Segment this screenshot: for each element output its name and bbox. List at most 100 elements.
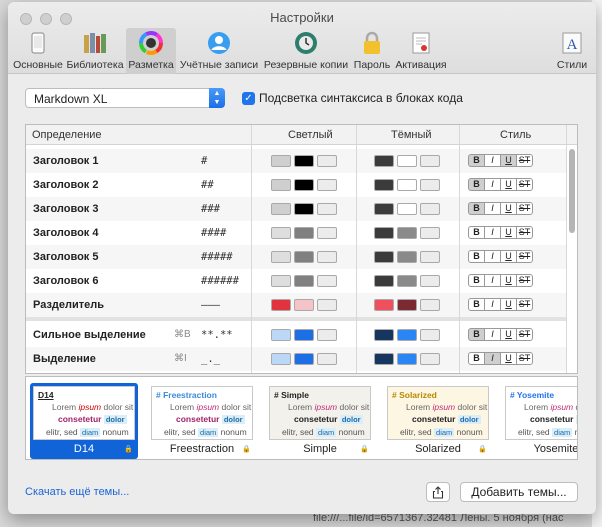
theme-item-yosemite[interactable]: # YosemiteLorem ipsum dolor sitconsetetu…	[502, 383, 577, 459]
syntax-highlight-label[interactable]: Подсветка синтаксиса в блоках кода	[259, 91, 463, 105]
table-row[interactable]: Заголовок 2 ## B I U ST	[26, 173, 566, 197]
italic-toggle[interactable]: I	[484, 328, 501, 341]
dark-color-swatch[interactable]	[374, 353, 394, 365]
theme-item-freestraction[interactable]: # Freestraction Lorem ipsum dolor sit cons…	[148, 383, 256, 459]
dark-color-swatch[interactable]	[397, 251, 417, 263]
underline-toggle[interactable]: U	[500, 250, 517, 263]
dark-color-swatch[interactable]	[374, 275, 394, 287]
light-color-swatch[interactable]	[271, 329, 291, 341]
underline-toggle[interactable]: U	[500, 178, 517, 191]
column-style[interactable]: Стиль	[500, 129, 531, 141]
table-row[interactable]: Заголовок 3 ### B I U ST	[26, 197, 566, 221]
underline-toggle[interactable]: U	[500, 352, 517, 365]
bold-toggle[interactable]: B	[468, 226, 485, 239]
dark-color-swatch[interactable]	[420, 251, 440, 263]
bold-toggle[interactable]: B	[468, 202, 485, 215]
light-color-swatch[interactable]	[271, 227, 291, 239]
light-color-swatch[interactable]	[317, 299, 337, 311]
dark-color-swatch[interactable]	[374, 155, 394, 167]
underline-toggle[interactable]: U	[500, 328, 517, 341]
light-color-swatch[interactable]	[271, 275, 291, 287]
theme-item-d14[interactable]: D14 Lorem ipsum dolor sit consetetur dolor…	[30, 383, 138, 459]
dark-color-swatch[interactable]	[397, 329, 417, 341]
dark-color-swatch[interactable]	[374, 299, 394, 311]
toolbar-item-backup-clock[interactable]: Резервные копии	[261, 28, 351, 74]
dark-color-swatch[interactable]	[397, 203, 417, 215]
dark-color-swatch[interactable]	[397, 227, 417, 239]
strikethrough-toggle[interactable]: ST	[516, 274, 533, 287]
underline-toggle[interactable]: U	[500, 298, 517, 311]
italic-toggle[interactable]: I	[484, 226, 501, 239]
table-row[interactable]: Заголовок 6 ###### B I U ST	[26, 269, 566, 293]
light-color-swatch[interactable]	[317, 227, 337, 239]
strikethrough-toggle[interactable]: ST	[516, 352, 533, 365]
light-color-swatch[interactable]	[271, 179, 291, 191]
underline-toggle[interactable]: U	[500, 202, 517, 215]
light-color-swatch[interactable]	[294, 227, 314, 239]
column-dark[interactable]: Тёмный	[391, 129, 432, 141]
bold-toggle[interactable]: B	[468, 250, 485, 263]
dark-color-swatch[interactable]	[397, 353, 417, 365]
light-color-swatch[interactable]	[294, 275, 314, 287]
download-more-themes-link[interactable]: Скачать ещё темы...	[25, 486, 129, 498]
dark-color-swatch[interactable]	[397, 179, 417, 191]
light-color-swatch[interactable]	[317, 155, 337, 167]
italic-toggle[interactable]: I	[484, 202, 501, 215]
table-row[interactable]: Заголовок 4 #### B I U ST	[26, 221, 566, 245]
light-color-swatch[interactable]	[317, 251, 337, 263]
column-definition[interactable]: Определение	[32, 129, 102, 141]
dark-color-swatch[interactable]	[374, 203, 394, 215]
toolbar-item-lock[interactable]: Пароль	[352, 28, 392, 74]
strikethrough-toggle[interactable]: ST	[516, 202, 533, 215]
table-row[interactable]: Разделитель ––– B I U ST	[26, 293, 566, 317]
strikethrough-toggle[interactable]: ST	[516, 226, 533, 239]
dark-color-swatch[interactable]	[420, 353, 440, 365]
dark-color-swatch[interactable]	[420, 227, 440, 239]
scrollbar-thumb[interactable]	[569, 149, 575, 233]
bold-toggle[interactable]: B	[468, 178, 485, 191]
toolbar-item-color-wheel[interactable]: Разметка	[126, 28, 176, 74]
light-color-swatch[interactable]	[271, 203, 291, 215]
bold-toggle[interactable]: B	[468, 274, 485, 287]
underline-toggle[interactable]: U	[500, 154, 517, 167]
light-color-swatch[interactable]	[317, 329, 337, 341]
light-color-swatch[interactable]	[271, 353, 291, 365]
dark-color-swatch[interactable]	[420, 155, 440, 167]
share-button[interactable]	[426, 482, 450, 502]
strikethrough-toggle[interactable]: ST	[516, 298, 533, 311]
bold-toggle[interactable]: B	[468, 298, 485, 311]
dark-color-swatch[interactable]	[420, 299, 440, 311]
dark-color-swatch[interactable]	[420, 329, 440, 341]
italic-toggle[interactable]: I	[484, 298, 501, 311]
toolbar-item-font[interactable]: A Стили	[556, 28, 588, 74]
strikethrough-toggle[interactable]: ST	[516, 178, 533, 191]
column-light[interactable]: Светлый	[288, 129, 333, 141]
dark-color-swatch[interactable]	[420, 203, 440, 215]
add-themes-button[interactable]: Добавить темы...	[460, 482, 578, 502]
syntax-highlight-checkbox[interactable]: ✓	[242, 92, 255, 105]
italic-toggle[interactable]: I	[484, 154, 501, 167]
light-color-swatch[interactable]	[317, 353, 337, 365]
bold-toggle[interactable]: B	[468, 352, 485, 365]
theme-item-simple[interactable]: # Simple Lorem ipsum dolor sit consetetur …	[266, 383, 374, 459]
light-color-swatch[interactable]	[294, 179, 314, 191]
toolbar-item-certificate[interactable]: Активация	[395, 28, 447, 74]
underline-toggle[interactable]: U	[500, 274, 517, 287]
light-color-swatch[interactable]	[271, 251, 291, 263]
dark-color-swatch[interactable]	[397, 275, 417, 287]
light-color-swatch[interactable]	[317, 179, 337, 191]
light-color-swatch[interactable]	[317, 275, 337, 287]
dark-color-swatch[interactable]	[420, 179, 440, 191]
strikethrough-toggle[interactable]: ST	[516, 154, 533, 167]
light-color-swatch[interactable]	[294, 203, 314, 215]
light-color-swatch[interactable]	[294, 353, 314, 365]
italic-toggle[interactable]: I	[484, 178, 501, 191]
dark-color-swatch[interactable]	[397, 155, 417, 167]
toolbar-item-phone[interactable]: Основные	[12, 28, 64, 74]
toolbar-item-user[interactable]: Учётные записи	[178, 28, 260, 74]
theme-item-solarized[interactable]: # Solarized Lorem ipsum dolor sit consetet…	[384, 383, 492, 459]
light-color-swatch[interactable]	[271, 155, 291, 167]
italic-toggle[interactable]: I	[484, 250, 501, 263]
table-row[interactable]: Выделение ⌘I _._ B I U ST	[26, 347, 566, 371]
markup-select[interactable]: Markdown XL ▲ ▼	[25, 88, 225, 108]
